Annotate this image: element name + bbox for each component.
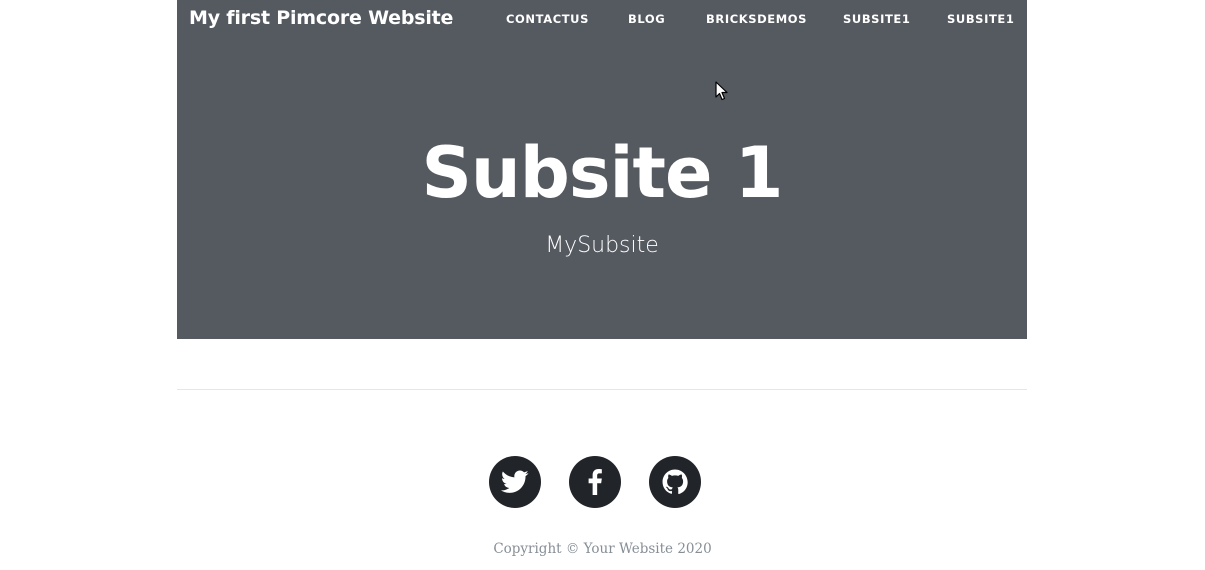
github-link[interactable] — [649, 456, 701, 508]
nav-item-blog[interactable]: BLOG — [628, 12, 665, 26]
twitter-link[interactable] — [489, 456, 541, 508]
facebook-icon — [588, 469, 602, 495]
twitter-icon — [501, 470, 529, 493]
main-nav: CONTACTUS BLOG BRICKSDEMOS SUBSITE1 SUBS… — [177, 12, 1027, 28]
facebook-link[interactable] — [569, 456, 621, 508]
footer-divider — [177, 389, 1027, 390]
mouse-cursor-icon — [715, 81, 728, 101]
masthead: My first Pimcore Website CONTACTUS BLOG … — [177, 0, 1027, 339]
copyright-text: Copyright © Your Website 2020 — [493, 541, 712, 557]
page: My first Pimcore Website CONTACTUS BLOG … — [0, 0, 1205, 570]
hero-subtitle: MySubsite — [545, 233, 659, 258]
nav-item-subsite1[interactable]: SUBSITE1 — [843, 12, 910, 26]
github-icon — [662, 469, 688, 495]
nav-item-bricksdemos[interactable]: BRICKSDEMOS — [706, 12, 807, 26]
nav-item-contactus[interactable]: CONTACTUS — [506, 12, 589, 26]
hero-title: Subsite 1 — [421, 132, 783, 214]
nav-item-subsite1-second[interactable]: SUBSITE1 — [947, 12, 1014, 26]
